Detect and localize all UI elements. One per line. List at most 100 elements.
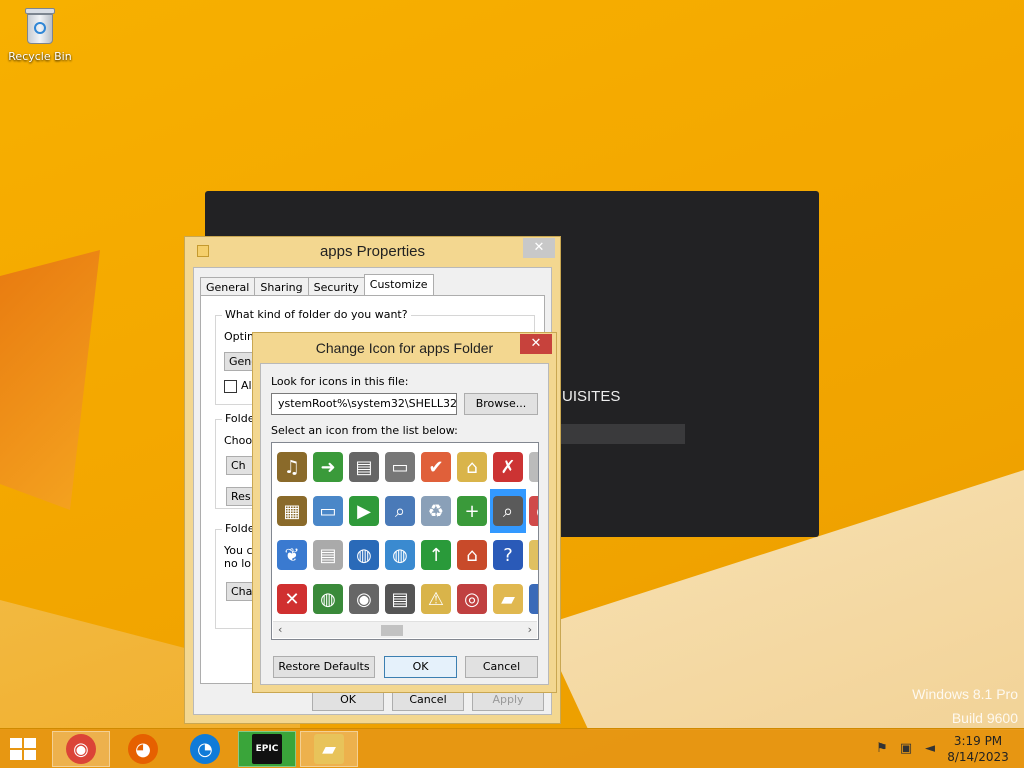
globe-arrow-icon: ◍	[313, 584, 343, 614]
icon-grid: ♫➜▤▭✔⌂✗▯▦▭▶⌕♻+⌕●❦▤◍◍↑⌂?▯✕◍◉▤⚠◎▰▯	[274, 445, 538, 621]
folder-icons-text-1: You c	[224, 544, 253, 557]
firefox-taskbar-button[interactable]: ◕	[114, 731, 172, 767]
play-icon: ▶	[349, 496, 379, 526]
action-center-flag-icon[interactable]: ⚑	[874, 741, 890, 757]
butterfly-icon: ❦	[277, 540, 307, 570]
clock[interactable]: 3:19 PM 8/14/2023	[938, 733, 1018, 765]
close-button[interactable]: ✕	[523, 238, 555, 258]
dialog-cancel-button[interactable]: Cancel	[465, 656, 538, 678]
epic-games-taskbar-button[interactable]: EPIC	[238, 731, 296, 767]
icon-cell[interactable]: ⌂	[454, 533, 490, 577]
icon-cell[interactable]: ✕	[274, 577, 310, 621]
chrome-taskbar-icon: ◉	[66, 734, 96, 764]
globe-icon: ◍	[349, 540, 379, 570]
magnifier-icon: ⌕	[493, 496, 523, 526]
browse-button[interactable]: Browse...	[464, 393, 538, 415]
icon-cell[interactable]: ⌕	[382, 489, 418, 533]
dialog-close-button[interactable]: ✕	[520, 334, 552, 354]
folder-icon: ▰	[493, 584, 523, 614]
green-up-arrow-icon: ↑	[421, 540, 451, 570]
icon-cell[interactable]: ⌕	[490, 489, 526, 533]
chrome-taskbar-button[interactable]: ◉	[52, 731, 110, 767]
icon-cell[interactable]: ●	[526, 489, 538, 533]
restore-defaults-button[interactable]: Restore Defaults	[273, 656, 375, 678]
icon-cell[interactable]: ◎	[454, 577, 490, 621]
file-explorer-taskbar-icon: ▰	[314, 734, 344, 764]
scrollbar-thumb[interactable]	[381, 625, 403, 636]
firefox-taskbar-icon: ◕	[128, 734, 158, 764]
icon-cell[interactable]: ↑	[418, 533, 454, 577]
icon-cell[interactable]: ⚠	[418, 577, 454, 621]
icon-cell[interactable]: ◍	[346, 533, 382, 577]
task-list-icon: ✗	[493, 452, 523, 482]
icon-cell[interactable]: ▭	[310, 489, 346, 533]
camera-icon: ◉	[349, 584, 379, 614]
add-program-icon: +	[457, 496, 487, 526]
music-folder-icon: ♫	[277, 452, 307, 482]
installer-progress-bar	[560, 424, 685, 444]
file-explorer-taskbar-button[interactable]: ▰	[300, 731, 358, 767]
network-icon[interactable]: ▣	[898, 741, 914, 757]
dialog-body: Look for icons in this file: ystemRoot%\…	[260, 363, 549, 685]
properties-titlebar[interactable]: apps Properties ✕	[185, 237, 560, 267]
icon-cell[interactable]: ✗	[490, 445, 526, 489]
checkmark-icon: ✔	[421, 452, 451, 482]
properties-title: apps Properties	[319, 243, 426, 260]
icon-cell[interactable]: ◉	[346, 577, 382, 621]
icon-cell[interactable]: ▤	[382, 577, 418, 621]
folder-warning-icon: ⚠	[421, 584, 451, 614]
red-x-icon: ✕	[277, 584, 307, 614]
icon-cell[interactable]: +	[454, 489, 490, 533]
icon-cell[interactable]: ⌂	[454, 445, 490, 489]
folder-type-label: What kind of folder do you want?	[222, 308, 411, 321]
recycle-bin-label: Recycle Bin	[8, 50, 72, 63]
home-icon: ⌂	[457, 540, 487, 570]
icon-cell[interactable]: ▦	[274, 489, 310, 533]
scroll-left-icon[interactable]: ‹	[278, 623, 282, 636]
icon-list[interactable]: ♫➜▤▭✔⌂✗▯▦▭▶⌕♻+⌕●❦▤◍◍↑⌂?▯✕◍◉▤⚠◎▰▯ ‹ ›	[271, 442, 539, 640]
also-apply-checkbox[interactable]	[224, 380, 237, 393]
wallpaper-shape	[0, 250, 100, 510]
icon-cell[interactable]: ▶	[346, 489, 382, 533]
icon-cell[interactable]: ▯	[526, 577, 538, 621]
icon-cell[interactable]: ?	[490, 533, 526, 577]
clock-time: 3:19 PM	[953, 734, 1003, 748]
dialog-title: Change Icon for apps Folder	[315, 340, 494, 356]
horizontal-scrollbar[interactable]: ‹ ›	[273, 621, 537, 638]
installer-heading: UISITES	[562, 388, 621, 405]
icon-cell[interactable]: ▭	[382, 445, 418, 489]
icon-cell[interactable]: ▯	[526, 533, 538, 577]
icon-cell[interactable]: ✔	[418, 445, 454, 489]
edge-taskbar-button[interactable]: ◔	[176, 731, 234, 767]
icon-cell[interactable]: ▰	[490, 577, 526, 621]
epic-games-taskbar-icon: EPIC	[252, 734, 282, 764]
documents-icon: ▤	[313, 540, 343, 570]
icon-cell[interactable]: ▤	[310, 533, 346, 577]
network-folder-icon: ⌂	[457, 452, 487, 482]
document-arrow-icon: ➜	[313, 452, 343, 482]
recycle-bin-icon	[23, 6, 57, 46]
icon-cell[interactable]: ◍	[382, 533, 418, 577]
scroll-right-icon[interactable]: ›	[528, 623, 532, 636]
icon-file-path-input[interactable]: ystemRoot%\system32\SHELL32.dll	[271, 393, 457, 415]
picture-globe-icon: ◍	[385, 540, 415, 570]
partial-icon-4: ▯	[529, 584, 538, 614]
icon-cell[interactable]: ❦	[274, 533, 310, 577]
projector-screen-icon: ▭	[385, 452, 415, 482]
edge-taskbar-icon: ◔	[190, 734, 220, 764]
start-button[interactable]	[10, 738, 38, 762]
recycle-bin-desktop-icon[interactable]: Recycle Bin	[6, 6, 74, 63]
icon-cell[interactable]: ➜	[310, 445, 346, 489]
icon-cell[interactable]: ▤	[346, 445, 382, 489]
icon-cell[interactable]: ◍	[310, 577, 346, 621]
partial-icon-2: ●	[529, 496, 538, 526]
dialog-ok-button[interactable]: OK	[384, 656, 457, 678]
windows-watermark-build: Build 9600	[951, 710, 1018, 726]
icon-cell[interactable]: ♫	[274, 445, 310, 489]
icon-cell[interactable]: ♻	[418, 489, 454, 533]
change-icon-dialog: Change Icon for apps Folder ✕ Look for i…	[252, 332, 557, 693]
volume-muted-icon[interactable]: ◄	[922, 741, 938, 757]
icon-cell[interactable]: ▯	[526, 445, 538, 489]
search-document-icon: ⌕	[385, 496, 415, 526]
partial-icon-1: ▯	[529, 452, 538, 482]
